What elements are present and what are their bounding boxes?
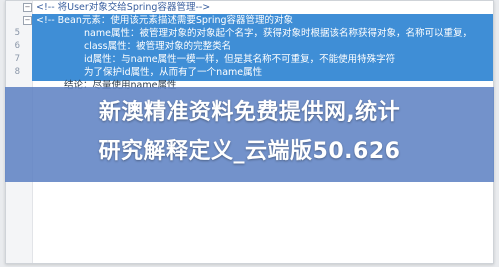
line-number: 6 xyxy=(14,41,20,51)
code-line-text: <!-- Bean元素：使用该元素描述需要Spring容器管理的对象 xyxy=(36,15,294,26)
headline-banner: 新澳精准资料免费提供网,统计 研究解释定义_云端版50.626 xyxy=(5,87,494,182)
headline-line-2: 研究解释定义_云端版50.626 xyxy=(98,139,401,164)
fold-toggle-icon[interactable]: − xyxy=(23,16,32,25)
line-number: 7 xyxy=(14,54,20,64)
code-line[interactable]: 5 name属性：被管理对象的对象起个名字，获得对象时根据该名称获得对象，名称可… xyxy=(6,27,493,40)
code-line-text: name属性：被管理对象的对象起个名字，获得对象时根据该名称获得对象，名称可以重… xyxy=(84,28,472,39)
code-line[interactable]: − <!-- 将User对象交给Spring容器管理--> xyxy=(6,1,493,14)
line-number: 5 xyxy=(14,28,20,38)
code-line-text: 为了保护id属性，从而有了一个name属性 xyxy=(84,67,263,78)
headline-line-1: 新澳精准资料免费提供网,统计 xyxy=(98,100,401,125)
code-line-text: id属性：与name属性一模一样，但是其名称不可重复，不能使用特殊字符 xyxy=(84,54,396,65)
line-number: 8 xyxy=(14,67,20,77)
code-line[interactable]: 7 id属性：与name属性一模一样，但是其名称不可重复，不能使用特殊字符 xyxy=(6,53,493,66)
code-line[interactable]: 8 为了保护id属性，从而有了一个name属性 xyxy=(6,66,493,79)
code-line-text: class属性：被管理对象的完整类名 xyxy=(84,41,232,52)
code-line[interactable]: 6 class属性：被管理对象的完整类名 xyxy=(6,40,493,53)
fold-toggle-icon[interactable]: − xyxy=(23,3,32,12)
code-line-text: <!-- 将User对象交给Spring容器管理--> xyxy=(36,2,211,13)
code-line[interactable]: − <!-- Bean元素：使用该元素描述需要Spring容器管理的对象 xyxy=(6,14,493,27)
